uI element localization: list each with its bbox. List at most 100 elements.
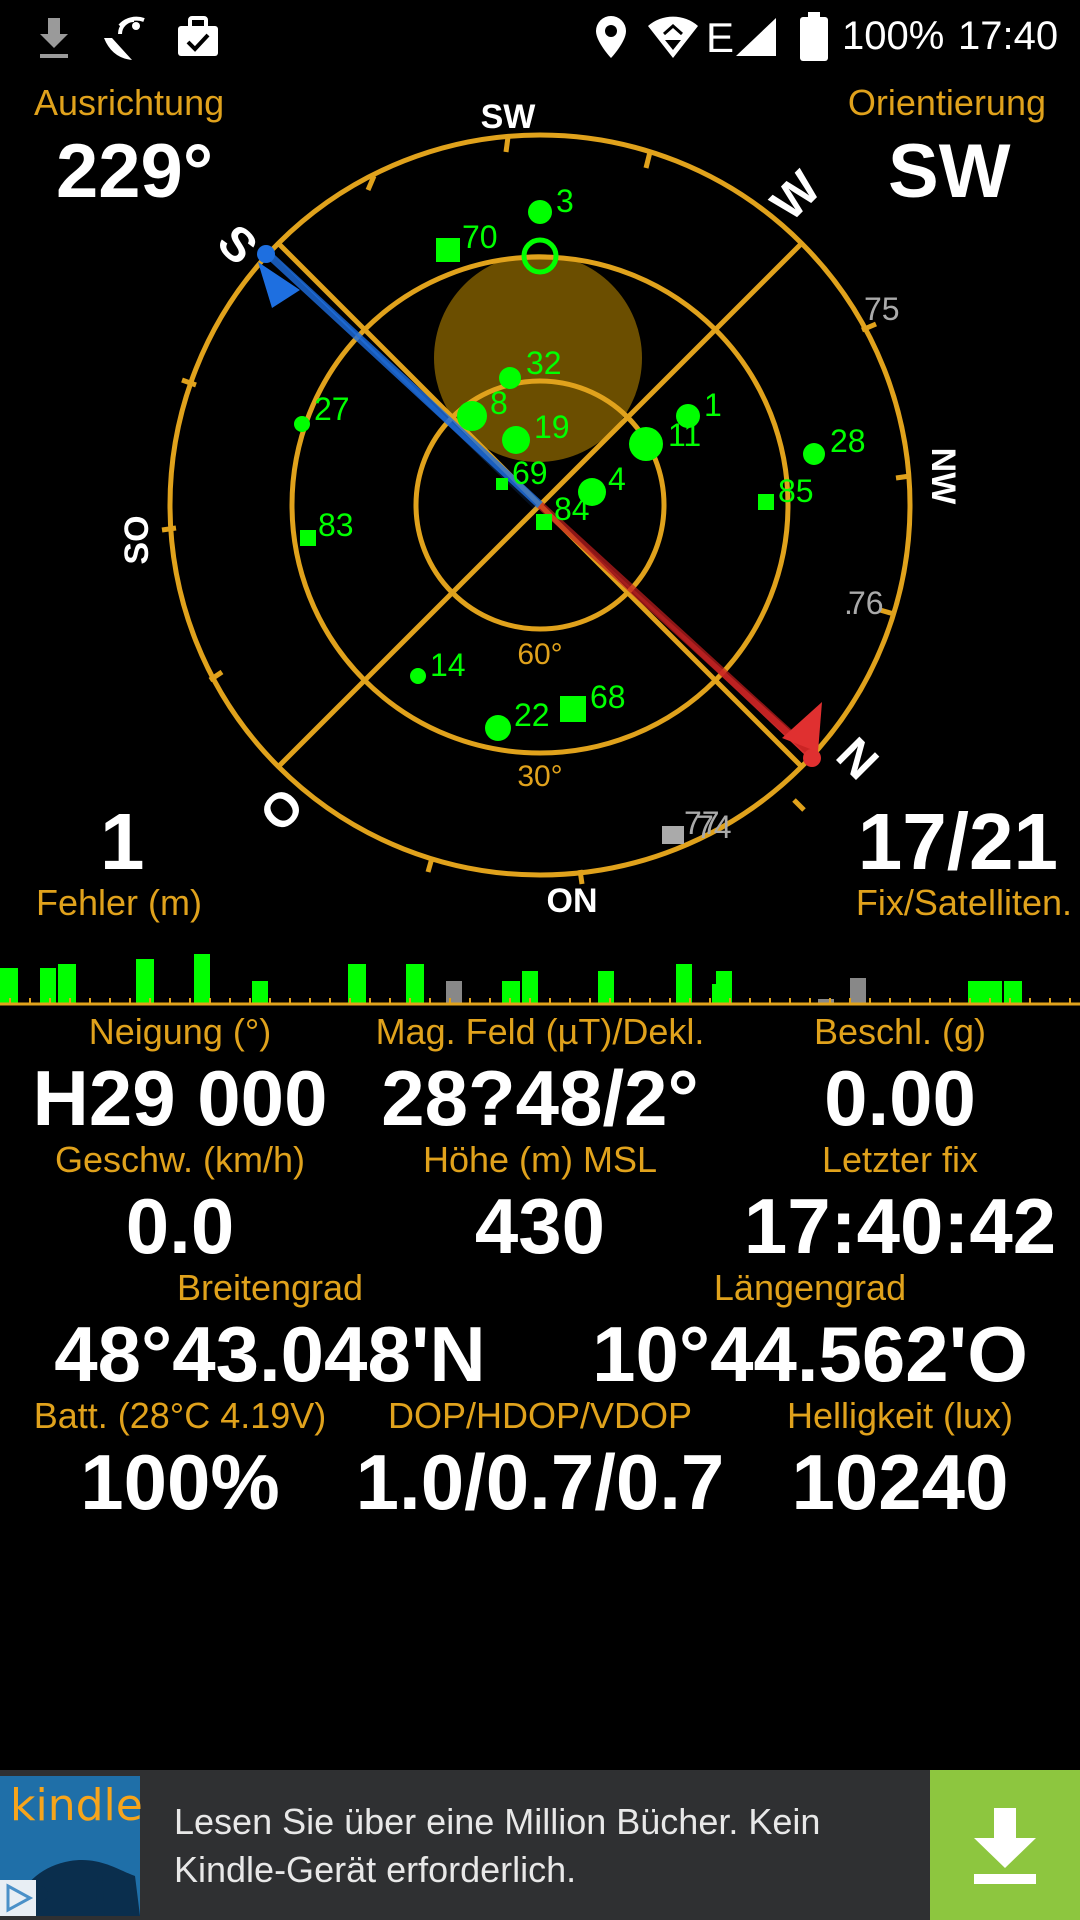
satellite-74-label: 74 <box>696 809 732 845</box>
tilt-value: H29 000 <box>32 1054 328 1142</box>
satellite-85-square[interactable] <box>758 494 774 510</box>
signal-bar <box>446 981 462 1004</box>
lux-value: 10240 <box>791 1438 1009 1526</box>
stat-altitude: Höhe (m) MSL 430 <box>360 1138 720 1270</box>
accel-label: Beschl. (g) <box>813 1011 987 1052</box>
battery-label: Batt. (28°C 4.19V) <box>33 1395 327 1436</box>
signal-bars <box>0 954 1022 1004</box>
altitude-label: Höhe (m) MSL <box>422 1139 658 1180</box>
ring-label-60: 60° <box>517 638 562 671</box>
accel-value: 0.00 <box>824 1054 976 1142</box>
satellite-11-label: 11 <box>668 417 701 453</box>
ad-choices-icon[interactable] <box>0 1880 36 1916</box>
signal-bar <box>194 954 210 1004</box>
tilt-label: Neigung (°) <box>88 1011 272 1052</box>
signal-bar <box>986 981 1002 1004</box>
wifi-icon <box>648 16 698 58</box>
satellite-8-dot[interactable] <box>457 401 487 431</box>
signal-bar <box>1004 981 1022 1004</box>
dir-n: N <box>826 728 888 790</box>
satellite-28-dot[interactable] <box>803 443 825 465</box>
signal-bar <box>40 968 56 1004</box>
satellite-8-label: 8 <box>490 385 508 421</box>
satellite-69-square[interactable] <box>496 478 508 490</box>
signal-bar <box>136 959 154 1004</box>
satellite-75-label: 75 <box>864 291 900 327</box>
satellite-19-dot[interactable] <box>502 426 530 454</box>
satellite-14-label: 14 <box>430 647 466 683</box>
download-arrow-icon <box>974 1808 1036 1884</box>
satellite-68-square[interactable] <box>560 696 586 722</box>
stat-mag: Mag. Feld (µT)/Dekl. 28?48/2° <box>360 1010 720 1142</box>
status-time: 17:40 <box>958 14 1059 58</box>
latitude-label: Breitengrad <box>176 1267 364 1308</box>
battery-icon <box>800 12 828 61</box>
dop-label: DOP/HDOP/VDOP <box>387 1395 693 1436</box>
signal-bar <box>406 964 424 1004</box>
satellite-27-label: 27 <box>314 391 350 427</box>
battery-percent: 100% <box>842 14 945 58</box>
satellite-68-label: 68 <box>590 679 626 715</box>
ad-text-line2: Kindle-Gerät erforderlich. <box>174 1849 577 1890</box>
signal-bar-chart <box>0 954 1080 1006</box>
satellite-11-dot[interactable] <box>629 427 663 461</box>
satellite-32-label: 32 <box>526 345 562 381</box>
satellite-dish-icon <box>104 16 145 60</box>
signal-bar <box>58 964 76 1004</box>
ad-banner[interactable]: kindle Lesen Sie über eine Million Büche… <box>0 1770 1080 1920</box>
download-icon <box>40 18 68 58</box>
dir-sw: SW <box>481 98 537 136</box>
stat-dop: DOP/HDOP/VDOP 1.0/0.7/0.7 <box>340 1394 740 1526</box>
lastfix-label: Letzter fix <box>821 1139 979 1180</box>
battery-value: 100% <box>80 1438 280 1526</box>
kindle-logo[interactable]: kindle <box>0 1776 143 1916</box>
satellite-84-label: 84 <box>554 491 590 527</box>
satellite-84-square[interactable] <box>536 514 552 530</box>
signal-bar <box>850 978 866 1004</box>
speed-label: Geschw. (km/h) <box>54 1139 306 1180</box>
dir-so: SO <box>118 515 156 564</box>
satellite-27-dot[interactable] <box>294 416 310 432</box>
stat-tilt: Neigung (°) H29 000 <box>0 1010 360 1142</box>
stat-lux: Helligkeit (lux) 10240 <box>720 1394 1080 1526</box>
signal-bar <box>598 971 614 1004</box>
satellite-14-dot[interactable] <box>410 668 426 684</box>
dop-value: 1.0/0.7/0.7 <box>355 1438 725 1526</box>
ad-text[interactable]: Lesen Sie über eine Million Bücher. Kein… <box>174 1798 820 1894</box>
satellite-76-label: 76 <box>848 585 884 621</box>
satellite-4-label: 4 <box>608 461 626 497</box>
network-type: E <box>706 14 735 61</box>
satellite-22-dot[interactable] <box>485 715 511 741</box>
satellite-3-dot[interactable] <box>528 200 552 224</box>
longitude-label: Längengrad <box>713 1267 907 1308</box>
satellite-1-label: 1 <box>704 387 722 423</box>
dir-on: ON <box>547 882 598 920</box>
briefcase-check-icon <box>178 16 218 56</box>
satellite-85-label: 85 <box>778 473 814 509</box>
satellite-83-label: 83 <box>318 507 354 543</box>
sky-plot[interactable]: SW W NW N ON O SO S 60° 30° 75 76 . 77 7… <box>0 90 1080 930</box>
satellite-22-label: 22 <box>514 697 550 733</box>
satellite-69-label: 69 <box>512 455 548 491</box>
speed-value: 0.0 <box>125 1182 235 1270</box>
stat-speed: Geschw. (km/h) 0.0 <box>0 1138 360 1270</box>
ad-download-button[interactable] <box>930 1770 1080 1920</box>
signal-bar <box>252 981 268 1004</box>
status-bar: E 100% 17:40 <box>0 0 1080 78</box>
lastfix-value: 17:40:42 <box>743 1182 1057 1270</box>
longitude-value: 10°44.562'O <box>592 1310 1028 1398</box>
satellite-19-label: 19 <box>534 409 570 445</box>
ring-label-30: 30° <box>517 760 562 793</box>
satellite-70-label: 70 <box>462 219 498 255</box>
satellite-76-dot: . <box>844 585 853 621</box>
latitude-value: 48°43.048'N <box>54 1310 486 1398</box>
satellite-70-square[interactable] <box>436 238 460 262</box>
satellite-83-square[interactable] <box>300 530 316 546</box>
stat-accel: Beschl. (g) 0.00 <box>720 1010 1080 1142</box>
signal-icon <box>736 18 776 56</box>
mag-value: 28?48/2° <box>381 1054 699 1142</box>
stat-battery: Batt. (28°C 4.19V) 100% <box>0 1394 360 1526</box>
stat-latitude: Breitengrad 48°43.048'N <box>0 1266 540 1398</box>
dir-nw: NW <box>924 448 962 506</box>
location-pin-icon <box>596 16 626 58</box>
